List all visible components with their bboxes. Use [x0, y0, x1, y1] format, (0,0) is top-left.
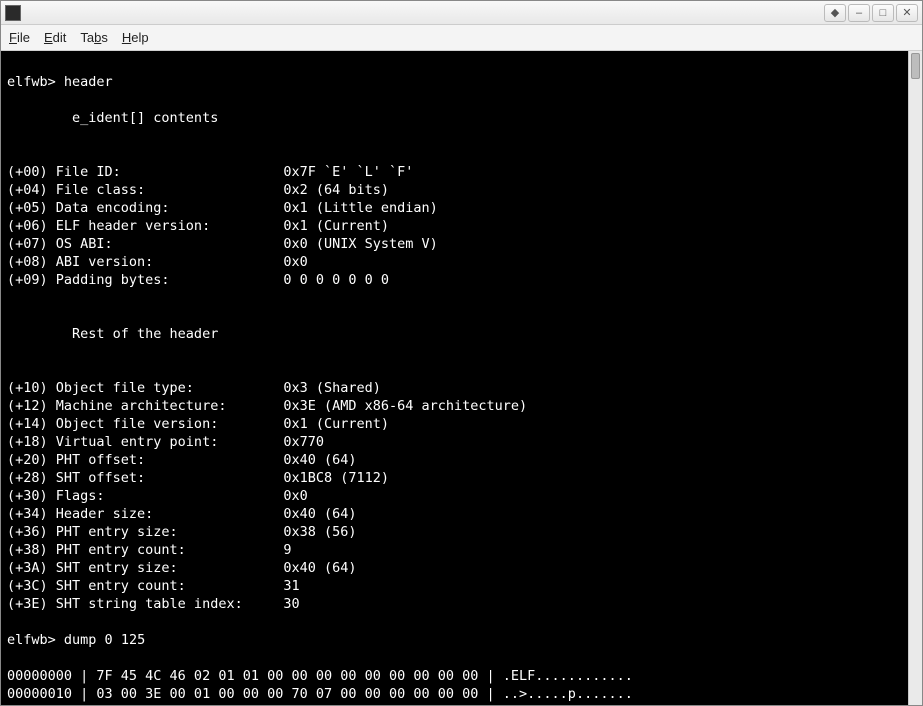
scroll-thumb[interactable]	[911, 53, 920, 79]
dump-row: 00000010 | 03 00 3E 00 01 00 00 00 70 07…	[7, 685, 916, 703]
header-field-line: (+10) Object file type: 0x3 (Shared)	[7, 379, 916, 397]
rest-fields: (+10) Object file type: 0x3 (Shared)(+12…	[7, 379, 916, 613]
window-titlebar[interactable]: ◆ – □ ✕	[1, 1, 922, 25]
dump-row: 00000000 | 7F 45 4C 46 02 01 01 00 00 00…	[7, 667, 916, 685]
header-field-line: (+00) File ID: 0x7F `E' `L' `F'	[7, 163, 916, 181]
header-field-line: (+38) PHT entry count: 9	[7, 541, 916, 559]
window-icon	[5, 5, 21, 21]
header-field-line: (+20) PHT offset: 0x40 (64)	[7, 451, 916, 469]
header-fields: (+00) File ID: 0x7F `E' `L' `F'(+04) Fil…	[7, 163, 916, 289]
dump-rows: 00000000 | 7F 45 4C 46 02 01 01 00 00 00…	[7, 667, 916, 705]
header-field-line: (+28) SHT offset: 0x1BC8 (7112)	[7, 469, 916, 487]
prompt-line: elfwb> dump 0 125	[7, 631, 916, 649]
header-field-line: (+06) ELF header version: 0x1 (Current)	[7, 217, 916, 235]
prompt-line: elfwb> header	[7, 73, 916, 91]
header-field-line: (+07) OS ABI: 0x0 (UNIX System V)	[7, 235, 916, 253]
pin-button[interactable]: ◆	[824, 4, 846, 22]
menu-file[interactable]: File	[9, 30, 30, 45]
dump-row: 00000020 | 40 00 00 00 00 00 00 00 C8 1B…	[7, 703, 916, 705]
menu-tabs[interactable]: Tabs	[80, 30, 107, 45]
header-field-line: (+05) Data encoding: 0x1 (Little endian)	[7, 199, 916, 217]
section-eident: e_ident[] contents	[7, 109, 916, 127]
header-field-line: (+3E) SHT string table index: 30	[7, 595, 916, 613]
header-field-line: (+12) Machine architecture: 0x3E (AMD x8…	[7, 397, 916, 415]
header-field-line: (+09) Padding bytes: 0 0 0 0 0 0 0	[7, 271, 916, 289]
header-field-line: (+3C) SHT entry count: 31	[7, 577, 916, 595]
section-rest: Rest of the header	[7, 325, 916, 343]
menu-edit[interactable]: Edit	[44, 30, 66, 45]
terminal-window: ◆ – □ ✕ File Edit Tabs Help elfwb> heade…	[0, 0, 923, 706]
header-field-line: (+34) Header size: 0x40 (64)	[7, 505, 916, 523]
header-field-line: (+18) Virtual entry point: 0x770	[7, 433, 916, 451]
menu-help[interactable]: Help	[122, 30, 149, 45]
header-field-line: (+08) ABI version: 0x0	[7, 253, 916, 271]
header-field-line: (+30) Flags: 0x0	[7, 487, 916, 505]
window-controls: ◆ – □ ✕	[822, 4, 918, 22]
close-button[interactable]: ✕	[896, 4, 918, 22]
menubar: File Edit Tabs Help	[1, 25, 922, 51]
maximize-button[interactable]: □	[872, 4, 894, 22]
header-field-line: (+36) PHT entry size: 0x38 (56)	[7, 523, 916, 541]
scrollbar[interactable]	[908, 51, 922, 705]
header-field-line: (+14) Object file version: 0x1 (Current)	[7, 415, 916, 433]
header-field-line: (+3A) SHT entry size: 0x40 (64)	[7, 559, 916, 577]
minimize-button[interactable]: –	[848, 4, 870, 22]
header-field-line: (+04) File class: 0x2 (64 bits)	[7, 181, 916, 199]
terminal-area[interactable]: elfwb> header e_ident[] contents (+00) F…	[1, 51, 922, 705]
